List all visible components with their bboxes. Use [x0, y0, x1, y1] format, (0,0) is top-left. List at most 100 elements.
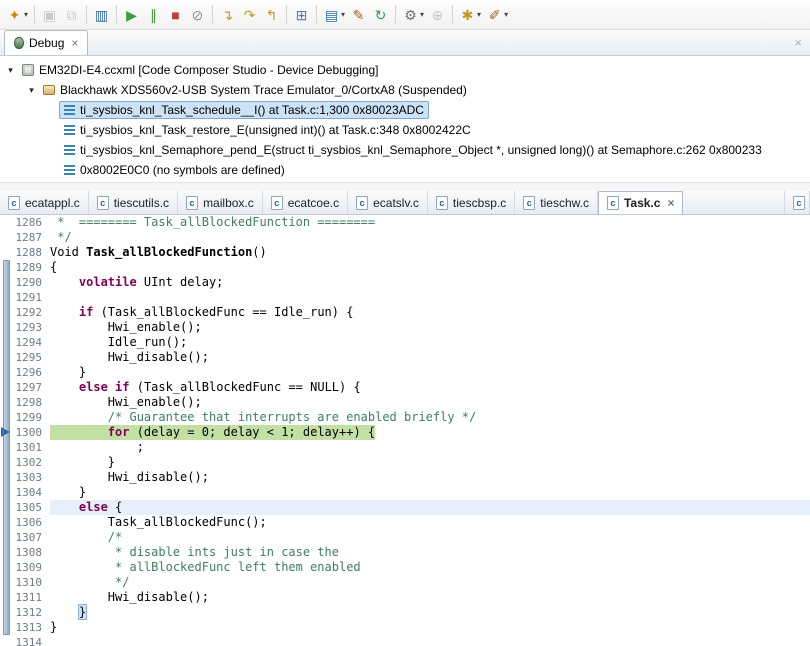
code-line: 1288 Void Task_allBlockedFunction() [0, 245, 810, 260]
code-line-content: ; [50, 440, 810, 455]
dropdown-caret-icon[interactable]: ▾ [341, 10, 345, 19]
debug-tree-row[interactable]: ti_sysbios_knl_Semaphore_pend_E(struct t… [0, 140, 810, 160]
line-number: 1297 [15, 381, 43, 394]
code-line: 1304 } [0, 485, 810, 500]
build-button[interactable]: ⚙ ▾ [400, 3, 426, 26]
code-text: * allBlockedFunc left them enabled [50, 560, 361, 574]
console-button[interactable]: ▥ [91, 3, 112, 26]
dropdown-caret-icon[interactable]: ▾ [420, 10, 424, 19]
terminate-icon: ■ [171, 6, 180, 23]
tree-expander-icon[interactable]: ▾ [25, 85, 38, 96]
tree-expander-icon[interactable]: ▾ [4, 65, 17, 76]
code-token: } [50, 620, 58, 634]
debug-tree-row[interactable]: ti_sysbios_knl_Task_restore_E(unsigned i… [0, 120, 810, 140]
code-token: Hwi_disable(); [50, 350, 209, 364]
toolbar-separator [116, 5, 118, 24]
horizontal-sash[interactable] [0, 182, 810, 191]
pin-button[interactable]: ✐ ▾ [484, 3, 510, 26]
code-text: */ [50, 575, 129, 589]
step-return-icon: ↰ [265, 6, 278, 23]
line-number: 1310 [15, 576, 43, 589]
line-number: 1298 [15, 396, 43, 409]
code-token: () [252, 245, 267, 259]
step-into-button[interactable]: ↴ [217, 3, 238, 26]
debug-tree: ▾ EM32DI-E4.ccxml [Code Composer Studio -… [0, 56, 810, 182]
stack-frame-icon [64, 125, 75, 135]
code-line: 1314 [0, 635, 810, 646]
editor-tab-tiescutils.c[interactable]: c tiescutils.c [89, 191, 179, 214]
line-number: 1301 [15, 441, 43, 454]
resume-button[interactable]: ▶ [121, 3, 142, 26]
code-token: } [50, 455, 116, 469]
line-number: 1305 [15, 501, 43, 514]
code-line-content: } [50, 620, 810, 635]
target-config-button[interactable]: ✱ ▾ [457, 3, 483, 26]
code-text: */ [50, 230, 71, 244]
editor-tab-ecatcoe.c[interactable]: c ecatcoe.c [263, 191, 349, 214]
view-menu-icon[interactable]: × [794, 35, 810, 55]
debug-tree-row[interactable]: ▾ EM32DI-E4.ccxml [Code Composer Studio -… [0, 60, 810, 80]
line-number: 1300 [15, 426, 43, 439]
editor-tab-ecatappl.c[interactable]: c ecatappl.c [0, 191, 89, 214]
editor-tab-label: ecatappl.c [25, 195, 80, 210]
editor-tab-tieschw.c[interactable]: c tieschw.c [515, 191, 598, 214]
screen-icon: ▤ [324, 6, 339, 23]
code-area[interactable]: 1286 * ======== Task_allBlockedFunction … [0, 215, 810, 646]
debug-tree-row[interactable]: ti_sysbios_knl_Task_schedule__I() at Tas… [0, 100, 810, 120]
trace-button[interactable]: ✎ [348, 3, 369, 26]
step-over-button[interactable]: ↷ [239, 3, 260, 26]
code-line-content: else if (Task_allBlockedFunc == NULL) { [50, 380, 810, 395]
screen-button[interactable]: ▤ ▾ [321, 3, 347, 26]
console-icon: ▥ [94, 6, 109, 23]
registers-button[interactable]: ⊞ [291, 3, 312, 26]
disconnect-button[interactable]: ⊘ [187, 3, 208, 26]
code-line-content: Hwi_enable(); [50, 320, 810, 335]
code-line: 1300 for (delay = 0; delay < 1; delay++)… [0, 425, 810, 440]
code-text: for (delay = 0; delay < 1; delay++) { [50, 425, 376, 440]
terminate-button[interactable]: ■ [165, 3, 186, 26]
refresh-icon: ↻ [374, 6, 387, 23]
tree-row-label: ti_sysbios_knl_Semaphore_pend_E(struct t… [80, 143, 762, 157]
new-icon: ✦ [8, 6, 21, 23]
matched-bracket: } [78, 605, 87, 619]
view-tab-debug[interactable]: Debug × [4, 30, 89, 55]
new-button[interactable]: ✦ ▾ [4, 3, 30, 26]
line-number: 1303 [15, 471, 43, 484]
code-line: 1307 /* [0, 530, 810, 545]
dropdown-caret-icon[interactable]: ▾ [24, 10, 28, 19]
code-line: 1313} [0, 620, 810, 635]
main-toolbar: ✦ ▾ ▣ ⧉ ▥ ▶ ∥ ■ ⊘ ↴ ↷ ↰ ⊞ ▤ ▾ ✎ ↻ ⚙ ▾ ⊕ ✱ ▾ ✐ ▾ [0, 0, 810, 30]
editor-tab-partial[interactable]: c [784, 191, 810, 214]
refresh-button[interactable]: ↻ [370, 3, 391, 26]
dropdown-caret-icon[interactable]: ▾ [504, 10, 508, 19]
trace-icon: ✎ [352, 6, 365, 23]
dropdown-caret-icon[interactable]: ▾ [477, 10, 481, 19]
editor-tab-ecatslv.c[interactable]: c ecatslv.c [348, 191, 428, 214]
code-line: 1303 Hwi_disable(); [0, 470, 810, 485]
tree-row-label: 0x8002E0C0 (no symbols are defined) [80, 163, 285, 177]
code-line-content: volatile UInt delay; [50, 275, 810, 290]
editor-tab-tiescbsp.c[interactable]: c tiescbsp.c [428, 191, 516, 214]
code-text: volatile UInt delay; [50, 275, 224, 289]
registers-icon: ⊞ [295, 6, 308, 23]
c-file-icon: c [606, 196, 619, 210]
close-icon[interactable]: × [71, 36, 78, 50]
code-line: 1297 else if (Task_allBlockedFunc == NUL… [0, 380, 810, 395]
editor-tab-label: tiescutils.c [113, 195, 170, 210]
c-file-icon: c [356, 195, 369, 210]
editor-tab-Task.c[interactable]: c Task.c × [597, 191, 684, 214]
close-icon[interactable]: × [667, 196, 674, 210]
debug-tree-row[interactable]: ▾ Blackhawk XDS560v2-USB System Trace Emu… [0, 80, 810, 100]
code-text: /* Guarantee that interrupts are enabled… [50, 410, 476, 424]
editor-tab-mailbox.c[interactable]: c mailbox.c [178, 191, 263, 214]
code-line-content: for (delay = 0; delay < 1; delay++) { [50, 425, 810, 440]
suspend-button[interactable]: ∥ [143, 3, 164, 26]
step-into-icon: ↴ [221, 6, 234, 23]
tree-row-content: ti_sysbios_knl_Semaphore_pend_E(struct t… [59, 141, 767, 159]
code-line-content: } [50, 485, 810, 500]
debug-tree-row[interactable]: 0x8002E0C0 (no symbols are defined) [0, 160, 810, 180]
step-return-button[interactable]: ↰ [261, 3, 282, 26]
